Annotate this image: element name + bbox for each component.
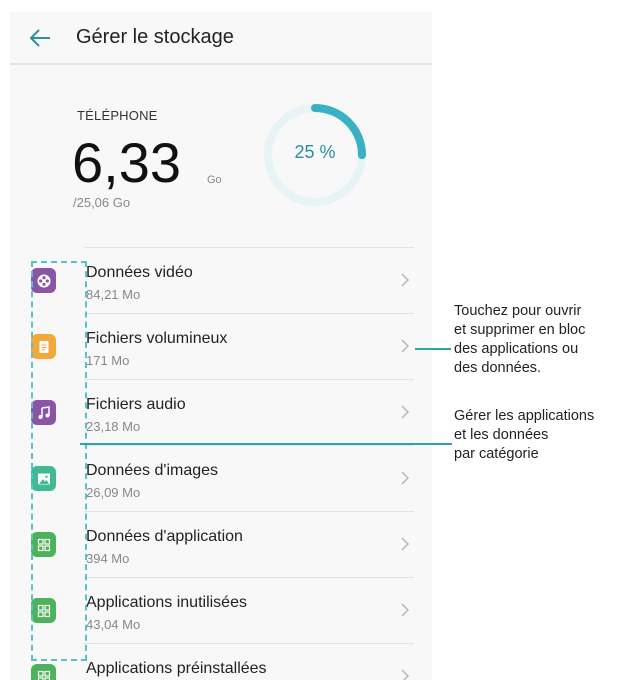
row-divider [84, 313, 414, 314]
storage-percent-label: 25 % [294, 142, 336, 162]
music-note-icon [31, 400, 56, 425]
storage-used-value: 6,33 [72, 131, 181, 194]
page-title: Gérer le stockage [76, 26, 234, 48]
chevron-right-icon [401, 405, 410, 419]
category-size: 43,04 Mo [86, 617, 141, 632]
row-divider [84, 379, 414, 380]
apps-grid-icon [31, 664, 56, 680]
chevron-right-icon [401, 339, 410, 353]
row-divider [84, 511, 414, 512]
category-size: 171 Mo [86, 353, 130, 368]
category-row-app-data[interactable]: Données d'application 394 Mo [10, 511, 432, 577]
video-reel-icon [31, 268, 56, 293]
category-row-video[interactable]: Données vidéo 84,21 Mo [10, 247, 432, 313]
chevron-right-icon [401, 669, 410, 680]
callout-open-and-delete: Touchez pour ouvrir et supprimer en bloc… [454, 303, 586, 376]
category-title: Fichiers volumineux [86, 330, 228, 347]
row-divider [84, 445, 414, 446]
storage-used-unit: Go [207, 174, 222, 186]
apps-grid-icon [31, 532, 56, 557]
row-divider [84, 577, 414, 578]
category-title: Applications inutilisées [86, 594, 247, 611]
image-icon [31, 466, 56, 491]
top-bar: Gérer le stockage [10, 12, 432, 65]
category-row-images[interactable]: Données d'images 26,09 Mo [10, 445, 432, 511]
callout-leader-open-delete [415, 348, 451, 350]
category-title: Données d'images [86, 462, 219, 479]
chevron-right-icon [401, 603, 410, 617]
chevron-right-icon [401, 471, 410, 485]
page: Gérer le stockage TÉLÉPHONE 6,33 Go /25,… [0, 0, 623, 680]
chevron-right-icon [401, 273, 410, 287]
category-size: 394 Mo [86, 551, 130, 566]
callout-manage-by-category: Gérer les applications et les données pa… [454, 408, 595, 462]
apps-grid-icon [31, 598, 56, 623]
storage-gauge: 25 % [261, 101, 369, 209]
storage-device-label: TÉLÉPHONE [77, 108, 158, 123]
arrow-left-icon [29, 29, 50, 47]
category-title: Fichiers audio [86, 396, 186, 413]
category-row-preinstalled-apps[interactable]: Applications préinstallées [10, 643, 432, 680]
category-row-audio[interactable]: Fichiers audio 23,18 Mo [10, 379, 432, 445]
category-title: Données d'application [86, 528, 243, 545]
row-divider [84, 247, 414, 248]
storage-total: /25,06 Go [73, 195, 131, 210]
category-size: 23,18 Mo [86, 419, 141, 434]
callout-leader-manage-category [80, 443, 452, 445]
chevron-right-icon [401, 537, 410, 551]
category-title: Applications préinstallées [86, 660, 267, 677]
back-button[interactable] [22, 20, 58, 56]
phone-screen: Gérer le stockage TÉLÉPHONE 6,33 Go /25,… [10, 12, 432, 680]
category-title: Données vidéo [86, 264, 193, 281]
document-icon [31, 334, 56, 359]
category-size: 26,09 Mo [86, 485, 141, 500]
category-row-unused-apps[interactable]: Applications inutilisées 43,04 Mo [10, 577, 432, 643]
category-size: 84,21 Mo [86, 287, 141, 302]
row-divider [84, 643, 414, 644]
category-row-large-files[interactable]: Fichiers volumineux 171 Mo [10, 313, 432, 379]
